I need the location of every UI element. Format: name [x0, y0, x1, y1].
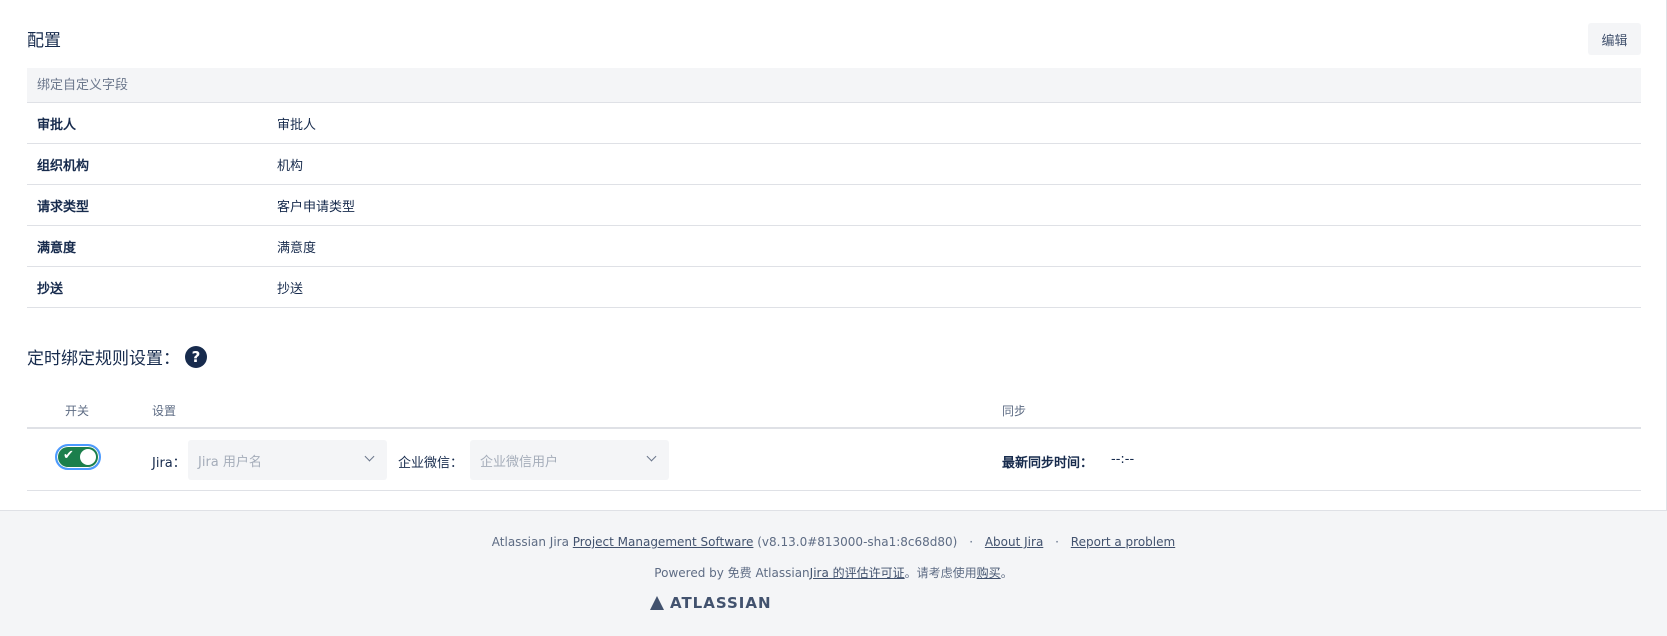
- footer-line-1: Atlassian Jira Project Management Softwa…: [0, 535, 1667, 549]
- field-value: 机构: [277, 158, 304, 174]
- edit-button[interactable]: 编辑: [1588, 23, 1641, 55]
- jira-user-placeholder: Jira 用户名: [198, 454, 262, 470]
- toggle-knob: [80, 449, 96, 465]
- field-key: 抄送: [37, 281, 64, 297]
- field-key: 满意度: [37, 240, 77, 256]
- table-header: 绑定自定义字段: [27, 68, 1641, 103]
- page-title: 配置: [27, 31, 61, 51]
- separator: ·: [1055, 535, 1059, 549]
- column-sync: 同步: [1002, 404, 1027, 418]
- table-row: 审批人 审批人: [27, 103, 1641, 144]
- rule-title-text: 定时绑定规则设置：: [27, 349, 180, 369]
- table-row: 请求类型 客户申请类型: [27, 185, 1641, 226]
- footer-product: Atlassian Jira: [491, 535, 569, 549]
- field-value: 审批人: [277, 117, 317, 133]
- column-settings: 设置: [152, 404, 177, 418]
- powered-by-text: Powered by 免费 Atlassian: [654, 566, 810, 580]
- sync-time-value: --:--: [1111, 452, 1135, 467]
- question-circle-icon[interactable]: ?: [185, 345, 207, 368]
- chevron-down-icon: [646, 451, 657, 462]
- table-row: 满意度 满意度: [27, 226, 1641, 267]
- consider-text: 。请考虑使用: [904, 566, 977, 580]
- eval-license-link[interactable]: Jira 的评估许可证: [810, 566, 905, 580]
- separator: ·: [969, 535, 974, 549]
- table-row: 组织机构 机构: [27, 144, 1641, 185]
- atlassian-logo-icon: [650, 596, 664, 610]
- field-value: 客户申请类型: [277, 199, 356, 215]
- jira-label: Jira：: [152, 456, 186, 471]
- field-value: 满意度: [277, 240, 317, 256]
- chevron-down-icon: [364, 451, 375, 462]
- field-value: 抄送: [277, 281, 304, 297]
- wechat-user-placeholder: 企业微信用户: [480, 454, 559, 470]
- field-key: 组织机构: [37, 158, 90, 174]
- footer-line-2: Powered by 免费 AtlassianJira 的评估许可证。请考虑使用…: [0, 564, 1667, 581]
- atlassian-logo[interactable]: ATLASSIAN: [650, 594, 772, 612]
- enable-toggle[interactable]: ✔: [55, 444, 101, 470]
- rule-table-header: 开关 设置 同步: [27, 395, 1641, 429]
- buy-link[interactable]: 购买: [977, 566, 1001, 580]
- wechat-user-select[interactable]: 企业微信用户: [470, 440, 669, 480]
- config-panel: 配置 编辑 绑定自定义字段 审批人 审批人 组织机构 机构 请求类型 客户申请类…: [0, 0, 1667, 511]
- logo-text: ATLASSIAN: [670, 594, 772, 612]
- sync-time-label: 最新同步时间：: [1002, 456, 1094, 471]
- rule-row: ✔ Jira： Jira 用户名 企业微信： 企业微信用户 最新同步时间： --…: [27, 429, 1641, 491]
- rule-table: 开关 设置 同步 ✔ Jira： Jira 用户名 企业微信： 企业微信用户 最…: [27, 395, 1641, 491]
- field-key: 请求类型: [37, 199, 90, 215]
- about-jira-link[interactable]: About Jira: [985, 535, 1043, 549]
- table-row: 抄送 抄送: [27, 267, 1641, 308]
- period-text: 。: [1000, 566, 1013, 580]
- field-key: 审批人: [37, 117, 77, 133]
- pm-software-link[interactable]: Project Management Software: [573, 535, 754, 549]
- report-problem-link[interactable]: Report a problem: [1071, 535, 1175, 549]
- wechat-label: 企业微信：: [398, 456, 464, 471]
- custom-field-table: 绑定自定义字段 审批人 审批人 组织机构 机构 请求类型 客户申请类型 满意度 …: [27, 68, 1641, 308]
- rule-section-title: 定时绑定规则设置： ?: [27, 344, 207, 369]
- column-switch: 开关: [65, 404, 90, 418]
- jira-user-select[interactable]: Jira 用户名: [188, 440, 387, 480]
- check-icon: ✔: [63, 448, 74, 463]
- footer-version: (v8.13.0#813000-sha1:8c68d80): [757, 535, 958, 549]
